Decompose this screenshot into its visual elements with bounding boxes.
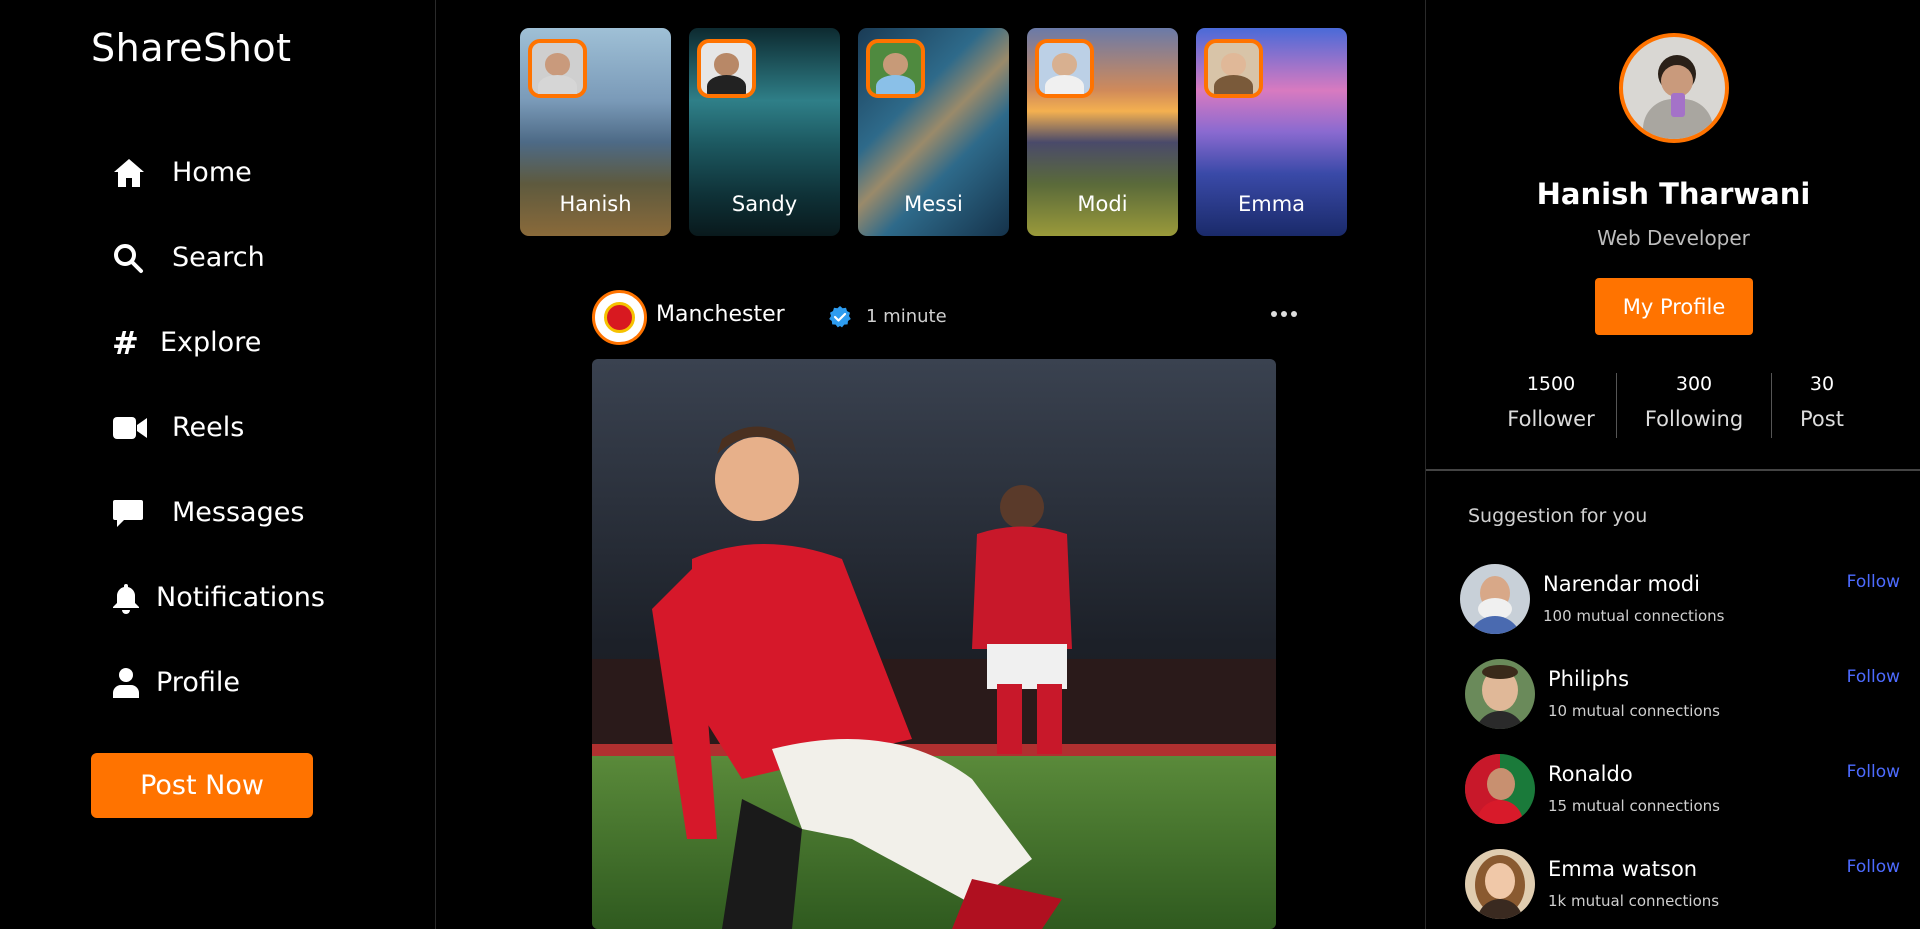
sidebar-item-reels[interactable]: Reels <box>112 385 325 470</box>
sidebar-item-home[interactable]: Home <box>112 130 325 215</box>
story-card[interactable]: Hanish <box>520 28 671 236</box>
sidebar-item-explore[interactable]: # Explore <box>112 300 325 385</box>
suggestion-name[interactable]: Philiphs <box>1548 667 1629 691</box>
profile-stats: 1500 Follower 300 Following 30 Post <box>1486 373 1872 438</box>
story-avatar <box>697 39 756 98</box>
story-avatar <box>1204 39 1263 98</box>
suggestions-title: Suggestion for you <box>1468 505 1648 527</box>
sidebar-item-label: Profile <box>156 667 240 698</box>
sidebar-item-label: Notifications <box>156 582 325 613</box>
story-name: Messi <box>904 192 963 216</box>
stat-following[interactable]: 300 Following <box>1617 373 1771 438</box>
story-card[interactable]: Sandy <box>689 28 840 236</box>
sidebar-item-profile[interactable]: Profile <box>112 640 325 725</box>
stat-value: 1500 <box>1526 373 1576 395</box>
post-author-name[interactable]: Manchester <box>656 302 785 327</box>
suggestion-name[interactable]: Narendar modi <box>1543 572 1700 596</box>
story-name: Sandy <box>731 192 798 216</box>
suggestion-item: Philiphs 10 mutual connections Follow <box>1465 659 1900 739</box>
sidebar-item-label: Home <box>172 157 252 188</box>
app-logo[interactable]: ShareShot <box>91 26 292 70</box>
stat-followers[interactable]: 1500 Follower <box>1486 373 1616 438</box>
suggestion-avatar[interactable] <box>1465 754 1535 824</box>
suggestion-item: Narendar modi 100 mutual connections Fol… <box>1460 564 1900 644</box>
sidebar-nav: Home Search # Explore Reels Messages Not… <box>112 130 325 725</box>
stories-row: Hanish Sandy Messi Modi Emma <box>520 28 1347 236</box>
story-card[interactable]: Modi <box>1027 28 1178 236</box>
search-icon <box>112 238 152 278</box>
video-camera-icon <box>112 408 152 448</box>
stat-posts[interactable]: 30 Post <box>1772 373 1872 438</box>
verified-badge-icon <box>828 305 852 329</box>
sidebar-item-label: Search <box>172 242 265 273</box>
suggestion-item: Emma watson 1k mutual connections Follow <box>1465 849 1900 929</box>
profile-role: Web Developer <box>1597 226 1750 250</box>
suggestion-name[interactable]: Ronaldo <box>1548 762 1633 786</box>
sidebar-item-label: Explore <box>160 327 262 358</box>
sidebar-item-messages[interactable]: Messages <box>112 470 325 555</box>
my-profile-button[interactable]: My Profile <box>1595 278 1753 335</box>
post-now-button[interactable]: Post Now <box>91 753 313 818</box>
suggestion-avatar[interactable] <box>1465 659 1535 729</box>
club-crest-icon <box>604 302 635 333</box>
profile-name: Hanish Tharwani <box>1536 177 1811 211</box>
post-photo <box>592 359 1276 929</box>
user-icon <box>112 663 152 703</box>
suggestion-name[interactable]: Emma watson <box>1548 857 1697 881</box>
suggestion-avatar[interactable] <box>1465 849 1535 919</box>
suggestion-item: Ronaldo 15 mutual connections Follow <box>1465 754 1900 834</box>
suggestion-mutual: 1k mutual connections <box>1548 892 1720 910</box>
follow-button[interactable]: Follow <box>1847 857 1900 877</box>
post-timestamp: 1 minute <box>866 306 947 327</box>
message-icon <box>112 493 152 533</box>
story-card[interactable]: Emma <box>1196 28 1347 236</box>
suggestion-mutual: 10 mutual connections <box>1548 702 1720 720</box>
divider <box>1426 469 1920 471</box>
story-name: Hanish <box>559 192 632 216</box>
suggestion-mutual: 15 mutual connections <box>1548 797 1720 815</box>
feed: Hanish Sandy Messi Modi Emma Manchester … <box>437 0 1424 929</box>
story-card[interactable]: Messi <box>858 28 1009 236</box>
more-options-icon[interactable] <box>1268 298 1300 330</box>
follow-button[interactable]: Follow <box>1847 572 1900 592</box>
story-avatar <box>1035 39 1094 98</box>
post-header: Manchester 1 minute <box>592 290 1297 348</box>
home-icon <box>112 153 152 193</box>
suggestion-mutual: 100 mutual connections <box>1543 607 1725 625</box>
sidebar-item-label: Reels <box>172 412 245 443</box>
sidebar-item-notifications[interactable]: Notifications <box>112 555 325 640</box>
stat-value: 30 <box>1809 373 1835 395</box>
story-avatar <box>528 39 587 98</box>
stat-label: Follower <box>1507 407 1595 431</box>
post-author-avatar[interactable] <box>592 290 647 345</box>
stat-label: Following <box>1644 407 1744 431</box>
post-image[interactable] <box>592 359 1276 929</box>
suggestion-avatar[interactable] <box>1460 564 1530 634</box>
sidebar: ShareShot Home Search # Explore Reels Me… <box>0 0 436 929</box>
story-name: Emma <box>1237 192 1306 216</box>
story-name: Modi <box>1077 192 1128 216</box>
bell-icon <box>112 578 152 618</box>
stat-label: Post <box>1800 407 1844 431</box>
sidebar-item-label: Messages <box>172 497 305 528</box>
hashtag-icon: # <box>112 323 139 362</box>
follow-button[interactable]: Follow <box>1847 762 1900 782</box>
stat-value: 300 <box>1675 373 1713 395</box>
sidebar-item-search[interactable]: Search <box>112 215 325 300</box>
story-avatar <box>866 39 925 98</box>
profile-panel: Hanish Tharwani Web Developer My Profile… <box>1425 0 1920 929</box>
follow-button[interactable]: Follow <box>1847 667 1900 687</box>
profile-avatar[interactable] <box>1619 33 1729 143</box>
